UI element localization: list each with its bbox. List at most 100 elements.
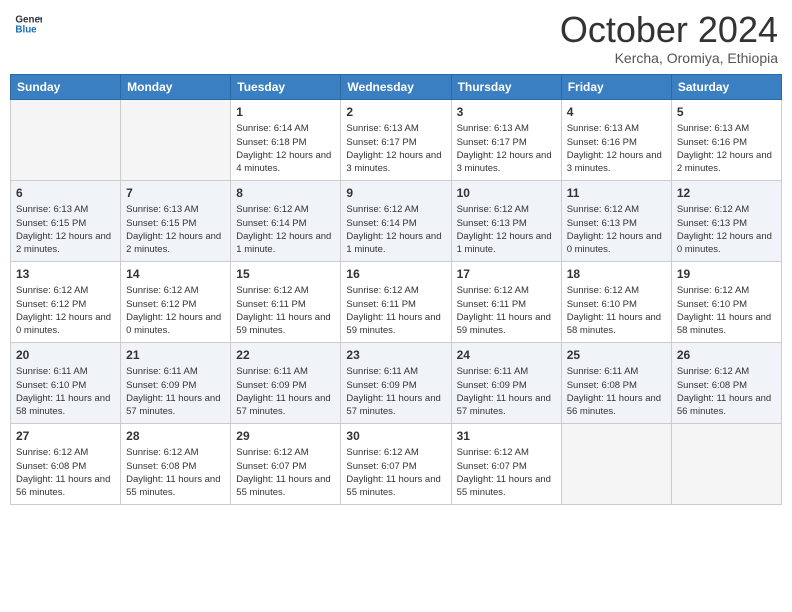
day-info: Sunrise: 6:12 AMSunset: 6:10 PMDaylight:… [567,284,666,337]
weekday-header-saturday: Saturday [671,74,781,99]
calendar-cell: 2Sunrise: 6:13 AMSunset: 6:17 PMDaylight… [341,99,451,180]
day-info: Sunrise: 6:12 AMSunset: 6:10 PMDaylight:… [677,284,776,337]
day-number: 5 [677,104,776,121]
day-number: 9 [346,185,445,202]
calendar-cell: 13Sunrise: 6:12 AMSunset: 6:12 PMDayligh… [11,261,121,342]
day-info: Sunrise: 6:12 AMSunset: 6:08 PMDaylight:… [677,365,776,418]
calendar-cell: 9Sunrise: 6:12 AMSunset: 6:14 PMDaylight… [341,180,451,261]
day-number: 25 [567,347,666,364]
calendar-cell: 3Sunrise: 6:13 AMSunset: 6:17 PMDaylight… [451,99,561,180]
day-number: 27 [16,428,115,445]
calendar-cell: 11Sunrise: 6:12 AMSunset: 6:13 PMDayligh… [561,180,671,261]
calendar-cell: 14Sunrise: 6:12 AMSunset: 6:12 PMDayligh… [121,261,231,342]
weekday-header-friday: Friday [561,74,671,99]
day-number: 16 [346,266,445,283]
day-info: Sunrise: 6:12 AMSunset: 6:11 PMDaylight:… [346,284,445,337]
calendar-cell: 31Sunrise: 6:12 AMSunset: 6:07 PMDayligh… [451,423,561,504]
calendar-cell: 20Sunrise: 6:11 AMSunset: 6:10 PMDayligh… [11,342,121,423]
day-number: 12 [677,185,776,202]
day-number: 31 [457,428,556,445]
day-number: 18 [567,266,666,283]
calendar-cell: 19Sunrise: 6:12 AMSunset: 6:10 PMDayligh… [671,261,781,342]
day-info: Sunrise: 6:11 AMSunset: 6:09 PMDaylight:… [346,365,445,418]
day-info: Sunrise: 6:12 AMSunset: 6:13 PMDaylight:… [457,203,556,256]
weekday-header-wednesday: Wednesday [341,74,451,99]
day-info: Sunrise: 6:11 AMSunset: 6:10 PMDaylight:… [16,365,115,418]
day-number: 29 [236,428,335,445]
weekday-header-monday: Monday [121,74,231,99]
weekday-header-thursday: Thursday [451,74,561,99]
calendar-cell: 1Sunrise: 6:14 AMSunset: 6:18 PMDaylight… [231,99,341,180]
day-info: Sunrise: 6:12 AMSunset: 6:08 PMDaylight:… [126,446,225,499]
day-number: 28 [126,428,225,445]
calendar-body: 1Sunrise: 6:14 AMSunset: 6:18 PMDaylight… [11,99,782,504]
day-number: 10 [457,185,556,202]
calendar-cell: 30Sunrise: 6:12 AMSunset: 6:07 PMDayligh… [341,423,451,504]
day-info: Sunrise: 6:12 AMSunset: 6:11 PMDaylight:… [236,284,335,337]
day-number: 17 [457,266,556,283]
day-number: 3 [457,104,556,121]
calendar-cell: 16Sunrise: 6:12 AMSunset: 6:11 PMDayligh… [341,261,451,342]
day-number: 8 [236,185,335,202]
calendar-cell: 23Sunrise: 6:11 AMSunset: 6:09 PMDayligh… [341,342,451,423]
day-info: Sunrise: 6:13 AMSunset: 6:16 PMDaylight:… [677,122,776,175]
calendar-header: SundayMondayTuesdayWednesdayThursdayFrid… [11,74,782,99]
calendar-cell: 6Sunrise: 6:13 AMSunset: 6:15 PMDaylight… [11,180,121,261]
day-info: Sunrise: 6:12 AMSunset: 6:08 PMDaylight:… [16,446,115,499]
day-info: Sunrise: 6:13 AMSunset: 6:15 PMDaylight:… [126,203,225,256]
calendar-cell: 28Sunrise: 6:12 AMSunset: 6:08 PMDayligh… [121,423,231,504]
day-info: Sunrise: 6:11 AMSunset: 6:09 PMDaylight:… [236,365,335,418]
day-info: Sunrise: 6:11 AMSunset: 6:08 PMDaylight:… [567,365,666,418]
day-info: Sunrise: 6:12 AMSunset: 6:13 PMDaylight:… [677,203,776,256]
calendar-cell: 21Sunrise: 6:11 AMSunset: 6:09 PMDayligh… [121,342,231,423]
day-number: 7 [126,185,225,202]
calendar-cell: 15Sunrise: 6:12 AMSunset: 6:11 PMDayligh… [231,261,341,342]
calendar-cell: 10Sunrise: 6:12 AMSunset: 6:13 PMDayligh… [451,180,561,261]
day-info: Sunrise: 6:13 AMSunset: 6:17 PMDaylight:… [346,122,445,175]
calendar-cell: 22Sunrise: 6:11 AMSunset: 6:09 PMDayligh… [231,342,341,423]
calendar-week-1: 1Sunrise: 6:14 AMSunset: 6:18 PMDaylight… [11,99,782,180]
calendar-week-5: 27Sunrise: 6:12 AMSunset: 6:08 PMDayligh… [11,423,782,504]
day-info: Sunrise: 6:12 AMSunset: 6:07 PMDaylight:… [457,446,556,499]
day-number: 20 [16,347,115,364]
day-info: Sunrise: 6:11 AMSunset: 6:09 PMDaylight:… [457,365,556,418]
calendar-cell: 27Sunrise: 6:12 AMSunset: 6:08 PMDayligh… [11,423,121,504]
day-number: 22 [236,347,335,364]
logo-icon: General Blue [14,10,42,38]
day-info: Sunrise: 6:11 AMSunset: 6:09 PMDaylight:… [126,365,225,418]
day-info: Sunrise: 6:14 AMSunset: 6:18 PMDaylight:… [236,122,335,175]
day-info: Sunrise: 6:12 AMSunset: 6:13 PMDaylight:… [567,203,666,256]
calendar-week-2: 6 Sunrise: 6:13 AMSunset: 6:15 PMDaylight… [11,180,782,261]
day-number: 4 [567,104,666,121]
day-number: 15 [236,266,335,283]
month-title: October 2024 [560,10,778,50]
day-number: 1 [236,104,335,121]
day-number: 26 [677,347,776,364]
day-number: 2 [346,104,445,121]
day-number: 19 [677,266,776,283]
calendar-cell: 5Sunrise: 6:13 AMSunset: 6:16 PMDaylight… [671,99,781,180]
calendar-cell: 26Sunrise: 6:12 AMSunset: 6:08 PMDayligh… [671,342,781,423]
calendar-cell: 4Sunrise: 6:13 AMSunset: 6:16 PMDaylight… [561,99,671,180]
day-info: Sunrise: 6:12 AMSunset: 6:11 PMDaylight:… [457,284,556,337]
day-number: 24 [457,347,556,364]
weekday-header-sunday: Sunday [11,74,121,99]
calendar-cell [121,99,231,180]
day-info: Sunrise: 6:13 AMSunset: 6:16 PMDaylight:… [567,122,666,175]
day-info: Sunrise: 6:12 AMSunset: 6:12 PMDaylight:… [126,284,225,337]
day-info: Sunrise: 6:12 AMSunset: 6:07 PMDaylight:… [236,446,335,499]
svg-text:Blue: Blue [15,24,37,35]
logo: General Blue [14,10,42,38]
day-info: Sunrise: 6:12 AMSunset: 6:14 PMDaylight:… [236,203,335,256]
weekday-header-row: SundayMondayTuesdayWednesdayThursdayFrid… [11,74,782,99]
calendar-cell: 8Sunrise: 6:12 AMSunset: 6:14 PMDaylight… [231,180,341,261]
day-number: 6 [16,185,115,202]
calendar-cell: 18Sunrise: 6:12 AMSunset: 6:10 PMDayligh… [561,261,671,342]
calendar-cell: 17Sunrise: 6:12 AMSunset: 6:11 PMDayligh… [451,261,561,342]
day-info: Sunrise: 6:13 AMSunset: 6:17 PMDaylight:… [457,122,556,175]
calendar-table: SundayMondayTuesdayWednesdayThursdayFrid… [10,74,782,505]
title-block: October 2024 Kercha, Oromiya, Ethiopia [560,10,778,66]
day-number: 23 [346,347,445,364]
day-number: 14 [126,266,225,283]
calendar-cell [671,423,781,504]
